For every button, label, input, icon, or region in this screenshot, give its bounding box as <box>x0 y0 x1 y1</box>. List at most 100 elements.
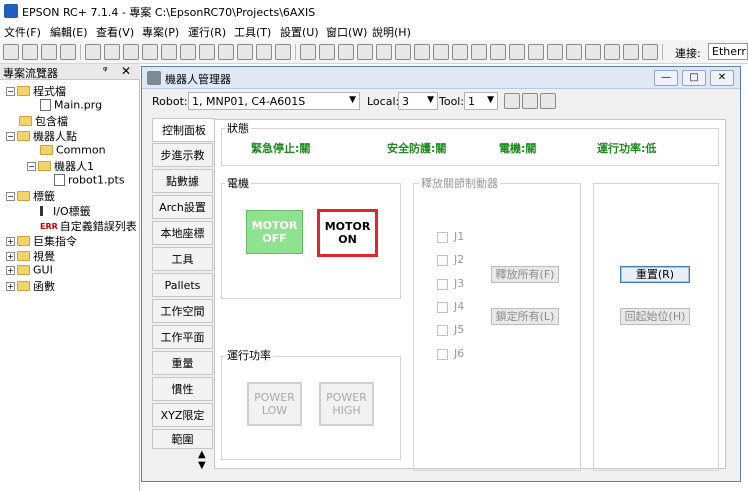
window-icon[interactable] <box>275 44 291 60</box>
power-high-button[interactable]: POWER HIGH <box>319 382 374 426</box>
new-file-icon[interactable] <box>3 44 19 60</box>
release-all-button[interactable]: 釋放所有(F) <box>491 266 559 283</box>
command-window-icon[interactable] <box>528 44 544 60</box>
robot-select[interactable]: 1, MNP01, C4-A601S ▼ <box>188 92 360 110</box>
replace-icon[interactable] <box>237 44 253 60</box>
tab-planes[interactable]: 工作平面 <box>152 325 213 349</box>
run-window-icon[interactable] <box>319 44 335 60</box>
j3-checkbox[interactable] <box>437 279 448 290</box>
tree-item-robot-points[interactable]: − 機器人點 <box>6 128 77 143</box>
camera-icon[interactable] <box>623 44 639 60</box>
tab-scroll-up-icon[interactable]: ▲ <box>198 449 206 460</box>
debug-icon[interactable] <box>471 44 487 60</box>
connection-select[interactable]: Etherr <box>708 43 748 60</box>
vision-icon[interactable] <box>604 44 620 60</box>
motor-on-button[interactable]: MOTOR ON <box>317 209 378 257</box>
tab-weight[interactable]: 重量 <box>152 351 213 375</box>
tree-item-common[interactable]: Common <box>40 143 106 158</box>
find-icon[interactable] <box>218 44 234 60</box>
tab-xyz-limits[interactable]: XYZ限定 <box>152 403 213 427</box>
tree-item-macros[interactable]: + 巨集指令 <box>6 233 77 248</box>
pin-icon[interactable]: ᵠ <box>103 64 108 77</box>
camera-icon[interactable] <box>504 93 520 109</box>
indent-icon[interactable] <box>142 44 158 60</box>
tool-select[interactable]: 1 ▼ <box>464 92 498 110</box>
power-low-button[interactable]: POWER LOW <box>247 382 302 426</box>
lock-all-button[interactable]: 鎖定所有(L) <box>491 308 559 325</box>
io-monitor-icon[interactable] <box>540 93 556 109</box>
goto-icon[interactable] <box>256 44 272 60</box>
step-into-icon[interactable] <box>490 44 506 60</box>
collapse-icon[interactable]: − <box>27 161 36 171</box>
tab-locals[interactable]: 本地座標 <box>152 221 213 245</box>
j5-checkbox[interactable] <box>437 325 448 336</box>
paste-icon[interactable] <box>123 44 139 60</box>
tree-item-io-labels[interactable]: I/O標籤 <box>40 203 91 218</box>
cut-icon[interactable] <box>85 44 101 60</box>
list-icon[interactable] <box>395 44 411 60</box>
motor-off-button[interactable]: MOTOR OFF <box>246 210 303 254</box>
menu-project[interactable]: 專案(P) <box>142 24 179 40</box>
menu-view[interactable]: 查看(V) <box>96 24 134 40</box>
tab-arch[interactable]: Arch設置 <box>152 195 213 219</box>
reset-button[interactable]: 重置(R) <box>620 266 690 283</box>
save-icon[interactable] <box>41 44 57 60</box>
local-select[interactable]: 3 ▼ <box>398 92 438 110</box>
step-icon[interactable] <box>414 44 430 60</box>
minimize-button[interactable]: — <box>654 70 678 86</box>
copy-icon[interactable] <box>104 44 120 60</box>
tree-item-robot1[interactable]: − 機器人1 <box>27 158 94 173</box>
menu-window[interactable]: 窗口(W) <box>326 24 367 40</box>
error-history-icon[interactable] <box>547 44 563 60</box>
tree-item-programs[interactable]: − 程式檔 <box>6 83 66 98</box>
tab-jog-teach[interactable]: 步進示教 <box>152 143 213 167</box>
j4-checkbox[interactable] <box>437 302 448 313</box>
collapse-icon[interactable]: − <box>6 86 15 96</box>
menu-help[interactable]: 說明(H) <box>372 24 411 40</box>
outdent-icon[interactable] <box>161 44 177 60</box>
io-monitor-icon[interactable] <box>357 44 373 60</box>
expand-icon[interactable]: + <box>6 281 15 291</box>
menu-tools[interactable]: 工具(T) <box>234 24 271 40</box>
tree-item-main-prg[interactable]: Main.prg <box>40 98 102 113</box>
tab-control-panel[interactable]: 控制面板 <box>152 118 215 142</box>
tree-item-includes[interactable]: 包含檔 <box>19 113 68 128</box>
maximize-button[interactable]: □ <box>682 70 706 86</box>
menu-file[interactable]: 文件(F) <box>4 24 41 40</box>
build-icon[interactable] <box>300 44 316 60</box>
uncomment-icon[interactable] <box>199 44 215 60</box>
expand-icon[interactable]: + <box>6 251 15 261</box>
comment-icon[interactable] <box>180 44 196 60</box>
robot-manager-icon[interactable] <box>509 44 525 60</box>
tree-item-functions[interactable]: + 函數 <box>6 278 55 293</box>
expand-icon[interactable]: + <box>6 265 15 275</box>
breakpoint-icon[interactable] <box>452 44 468 60</box>
menu-setup[interactable]: 設置(U) <box>280 24 319 40</box>
tab-tools[interactable]: 工具 <box>152 247 213 271</box>
window-close-button[interactable]: ✕ <box>710 70 734 86</box>
stop-icon[interactable] <box>433 44 449 60</box>
tab-pallets[interactable]: Pallets <box>152 273 213 297</box>
collapse-icon[interactable]: − <box>6 131 15 141</box>
menu-edit[interactable]: 編輯(E) <box>50 24 88 40</box>
tab-points[interactable]: 點數據 <box>152 169 213 193</box>
j6-checkbox[interactable] <box>437 349 448 360</box>
tree-item-labels[interactable]: − 標籤 <box>6 188 55 203</box>
tree-item-user-errors[interactable]: ERR 自定義錯誤列表 <box>40 218 137 233</box>
tab-range[interactable]: 範圍 <box>152 429 213 449</box>
j2-checkbox[interactable] <box>437 255 448 266</box>
terminal-icon[interactable] <box>642 44 658 60</box>
gui-builder-icon[interactable] <box>585 44 601 60</box>
collapse-icon[interactable]: − <box>6 191 15 201</box>
simulator-icon[interactable] <box>566 44 582 60</box>
open-folder-icon[interactable] <box>22 44 38 60</box>
menu-run[interactable]: 運行(R) <box>188 24 226 40</box>
tree-item-robot1-pts[interactable]: robot1.pts <box>54 173 125 188</box>
print-icon[interactable] <box>60 44 76 60</box>
tree-item-gui[interactable]: + GUI <box>6 263 53 278</box>
close-icon[interactable]: ✕ <box>121 64 131 78</box>
jog-icon[interactable] <box>338 44 354 60</box>
j1-checkbox[interactable] <box>437 232 448 243</box>
command-window-icon[interactable] <box>522 93 538 109</box>
tab-scroll-down-icon[interactable]: ▼ <box>198 460 206 471</box>
